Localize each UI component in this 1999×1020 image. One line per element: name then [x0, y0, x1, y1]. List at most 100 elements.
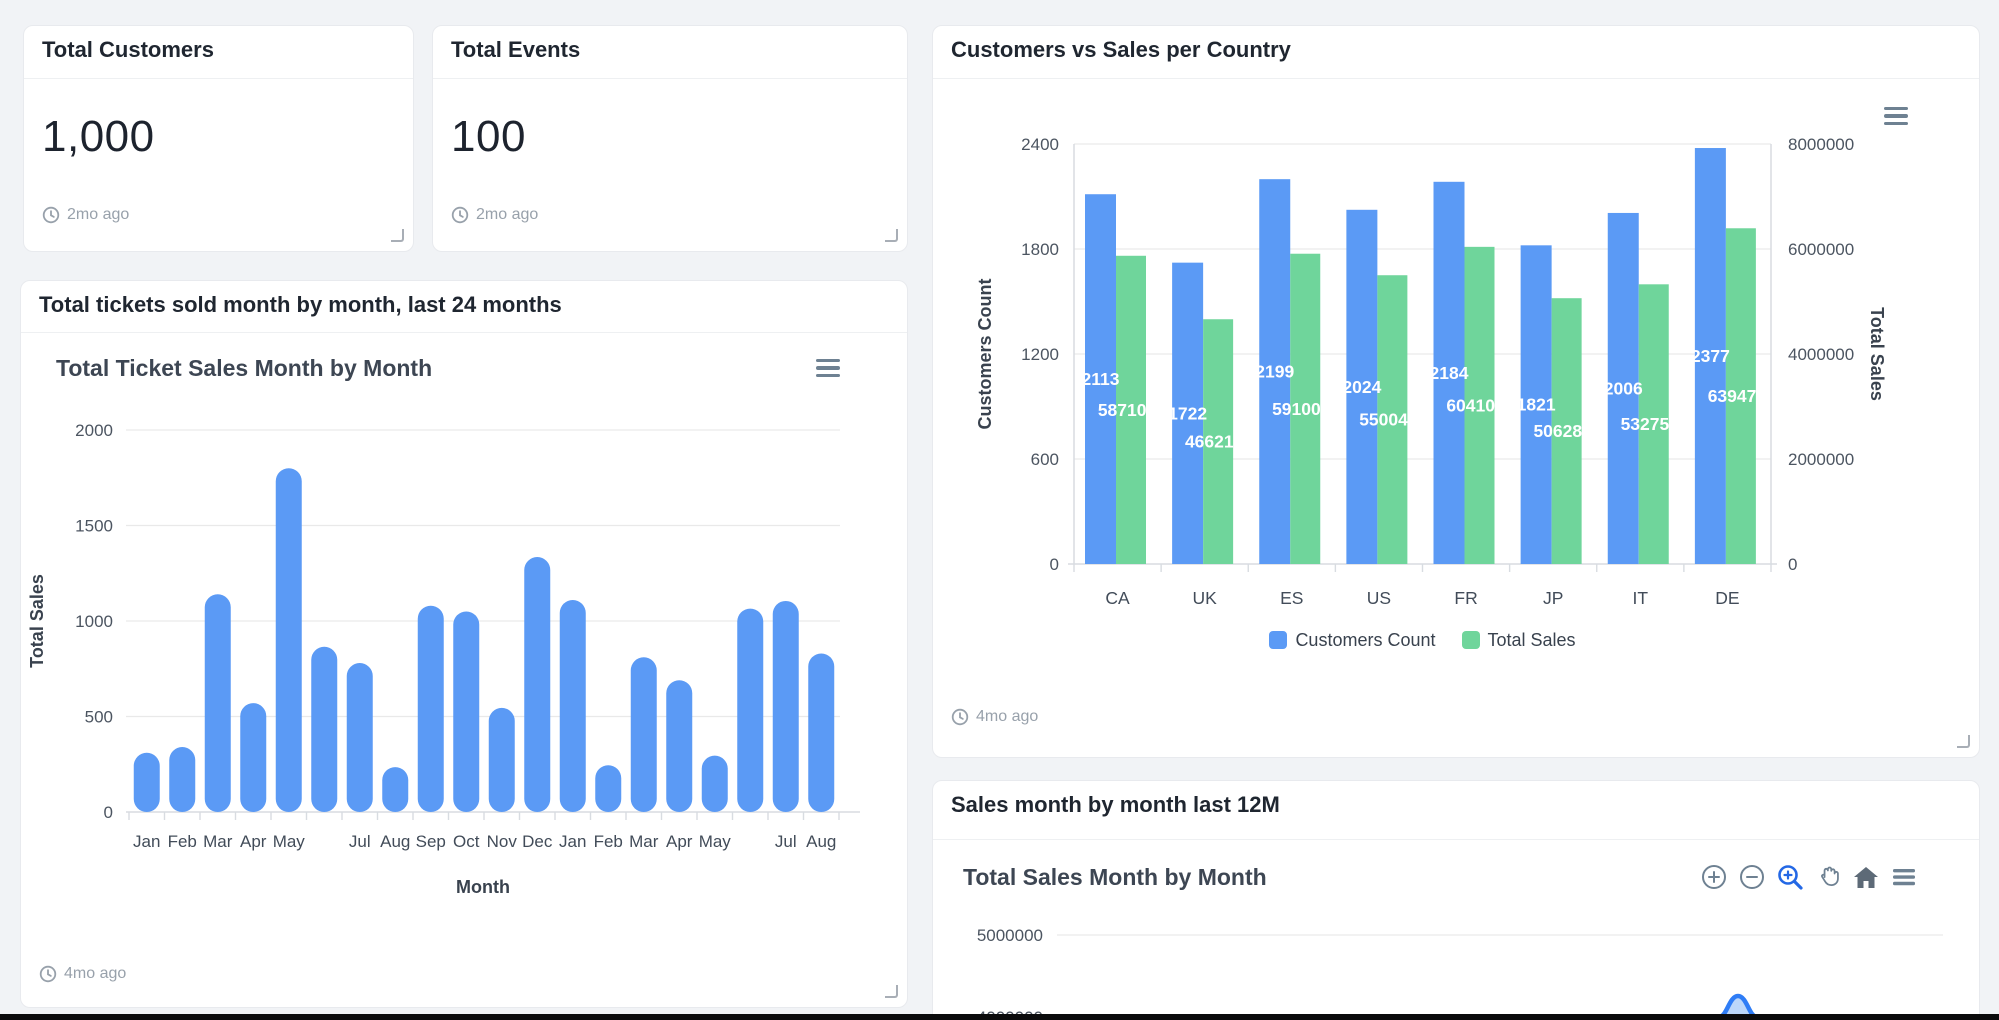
svg-text:5000000: 5000000	[977, 926, 1043, 945]
svg-text:Nov: Nov	[487, 832, 518, 851]
divider	[24, 78, 413, 79]
svg-text:0: 0	[104, 803, 113, 822]
svg-text:2184: 2184	[1430, 363, 1469, 383]
legend-swatch	[1269, 631, 1287, 649]
svg-text:55004: 55004	[1359, 410, 1408, 430]
svg-text:Jul: Jul	[775, 832, 797, 851]
svg-text:Aug: Aug	[380, 832, 410, 851]
svg-text:1800: 1800	[1021, 240, 1059, 259]
clock-icon	[451, 206, 469, 224]
svg-text:FR: FR	[1454, 588, 1477, 608]
legend-label: Customers Count	[1295, 630, 1435, 651]
legend-label: Total Sales	[1488, 630, 1576, 651]
resize-handle[interactable]	[885, 229, 898, 242]
resize-handle[interactable]	[391, 229, 404, 242]
svg-text:46621: 46621	[1185, 432, 1234, 452]
svg-text:60410: 60410	[1446, 395, 1495, 415]
tickets-bar-chart[interactable]: 0 500 1000 1500 2000 Jan Feb Mar Apr May Jul Aug Sep…	[21, 281, 909, 1009]
updated-text: 2mo ago	[67, 206, 129, 224]
updated-badge: 4mo ago	[39, 965, 126, 983]
svg-text:50628: 50628	[1533, 421, 1582, 441]
svg-text:1500: 1500	[75, 517, 113, 536]
clock-icon	[951, 708, 969, 726]
divider	[433, 78, 907, 79]
updated-badge: 2mo ago	[451, 206, 538, 224]
svg-text:2024: 2024	[1342, 377, 1381, 397]
svg-text:Apr: Apr	[666, 832, 693, 851]
svg-text:ES: ES	[1280, 588, 1303, 608]
svg-text:May: May	[699, 832, 732, 851]
chart-legend: Customers Count Total Sales	[1074, 624, 1771, 656]
svg-text:Customers Count: Customers Count	[975, 278, 995, 429]
svg-text:2000000: 2000000	[1788, 450, 1854, 469]
svg-text:63947: 63947	[1708, 386, 1757, 406]
svg-text:IT: IT	[1633, 588, 1649, 608]
svg-text:2113: 2113	[1082, 369, 1120, 389]
svg-text:1200: 1200	[1021, 345, 1059, 364]
svg-text:JP: JP	[1543, 588, 1563, 608]
kpi-value: 100	[451, 112, 526, 162]
dashboard: Total Customers 1,000 2mo ago Total Even…	[0, 0, 1999, 1020]
svg-text:Total Sales: Total Sales	[27, 574, 47, 668]
card-title: Total Customers	[42, 37, 214, 63]
sales-area-chart[interactable]: 50000004000000	[933, 781, 1980, 1020]
clock-icon	[39, 965, 57, 983]
svg-text:Mar: Mar	[629, 832, 659, 851]
svg-text:Jul: Jul	[349, 832, 371, 851]
svg-text:Apr: Apr	[240, 832, 267, 851]
svg-text:2377: 2377	[1691, 346, 1730, 366]
card-tickets-by-month: Total tickets sold month by month, last …	[20, 280, 908, 1008]
updated-badge: 4mo ago	[951, 708, 1038, 726]
svg-text:58710: 58710	[1098, 400, 1147, 420]
svg-text:DE: DE	[1715, 588, 1739, 608]
legend-swatch	[1462, 631, 1480, 649]
svg-text:Jan: Jan	[133, 832, 160, 851]
svg-text:May: May	[273, 832, 306, 851]
updated-text: 4mo ago	[976, 708, 1038, 726]
svg-text:600: 600	[1031, 450, 1059, 469]
svg-text:4000000: 4000000	[1788, 345, 1854, 364]
svg-text:2400: 2400	[1021, 135, 1059, 154]
legend-item[interactable]: Customers Count	[1269, 630, 1435, 651]
svg-text:53275: 53275	[1621, 414, 1670, 434]
svg-text:Aug: Aug	[806, 832, 836, 851]
svg-text:Oct: Oct	[453, 832, 480, 851]
resize-handle[interactable]	[1957, 735, 1970, 748]
svg-text:1722: 1722	[1168, 403, 1207, 423]
kpi-value: 1,000	[42, 112, 155, 162]
svg-text:Sep: Sep	[416, 832, 446, 851]
svg-text:Feb: Feb	[168, 832, 197, 851]
svg-text:6000000: 6000000	[1788, 240, 1854, 259]
window-bottom-edge	[0, 1014, 1999, 1020]
svg-text:0: 0	[1050, 555, 1059, 574]
svg-text:Dec: Dec	[522, 832, 553, 851]
svg-text:59100: 59100	[1272, 399, 1321, 419]
svg-text:Feb: Feb	[594, 832, 623, 851]
svg-text:Jan: Jan	[559, 832, 586, 851]
card-sales-last-12m: Sales month by month last 12M Total Sale…	[932, 780, 1980, 1020]
card-total-events: Total Events 100 2mo ago	[432, 25, 908, 252]
svg-text:Month: Month	[456, 877, 510, 897]
svg-text:1821: 1821	[1517, 395, 1556, 415]
svg-text:500: 500	[85, 708, 113, 727]
updated-text: 2mo ago	[476, 206, 538, 224]
svg-text:Total Sales: Total Sales	[1867, 307, 1887, 401]
svg-text:2000: 2000	[75, 421, 113, 440]
resize-handle[interactable]	[885, 985, 898, 998]
svg-text:8000000: 8000000	[1788, 135, 1854, 154]
clock-icon	[42, 206, 60, 224]
svg-text:2006: 2006	[1604, 378, 1643, 398]
svg-text:Mar: Mar	[203, 832, 233, 851]
svg-text:UK: UK	[1193, 588, 1218, 608]
svg-text:0: 0	[1788, 555, 1797, 574]
svg-text:2199: 2199	[1255, 362, 1294, 382]
svg-text:CA: CA	[1105, 588, 1130, 608]
svg-text:US: US	[1367, 588, 1391, 608]
card-total-customers: Total Customers 1,000 2mo ago	[23, 25, 414, 252]
svg-text:1000: 1000	[75, 612, 113, 631]
updated-text: 4mo ago	[64, 965, 126, 983]
updated-badge: 2mo ago	[42, 206, 129, 224]
card-customers-vs-sales: Customers vs Sales per Country 060012001…	[932, 25, 1980, 758]
legend-item[interactable]: Total Sales	[1462, 630, 1576, 651]
card-title: Total Events	[451, 37, 580, 63]
